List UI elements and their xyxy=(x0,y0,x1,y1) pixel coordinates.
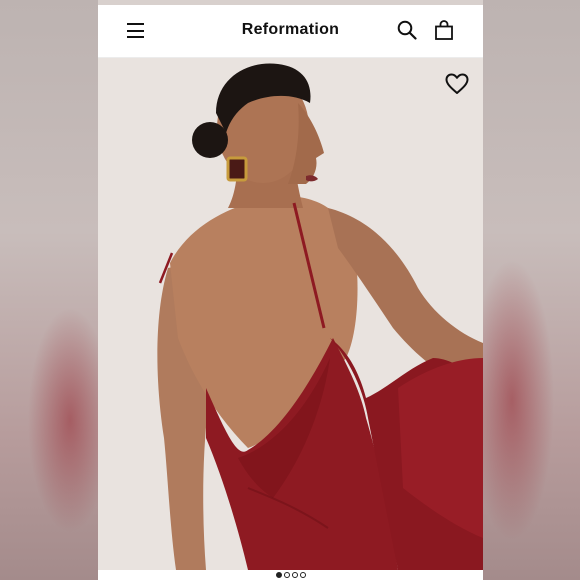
carousel-dot-4[interactable] xyxy=(299,572,306,578)
site-header: Reformation xyxy=(98,5,483,58)
heart-icon[interactable] xyxy=(445,73,469,95)
search-icon[interactable] xyxy=(397,20,417,40)
carousel-dot-1[interactable] xyxy=(275,572,282,578)
carousel-dot-3[interactable] xyxy=(291,572,298,578)
phone-screen: Reformation xyxy=(98,0,483,580)
carousel-dots xyxy=(98,572,483,580)
product-image[interactable] xyxy=(98,58,483,570)
model-photo xyxy=(98,58,483,570)
bag-icon[interactable] xyxy=(434,19,454,41)
brand-logo[interactable]: Reformation xyxy=(98,21,483,39)
blurred-backdrop-left xyxy=(0,0,98,580)
carousel-dot-2[interactable] xyxy=(283,572,290,578)
blurred-backdrop-right xyxy=(482,0,580,580)
